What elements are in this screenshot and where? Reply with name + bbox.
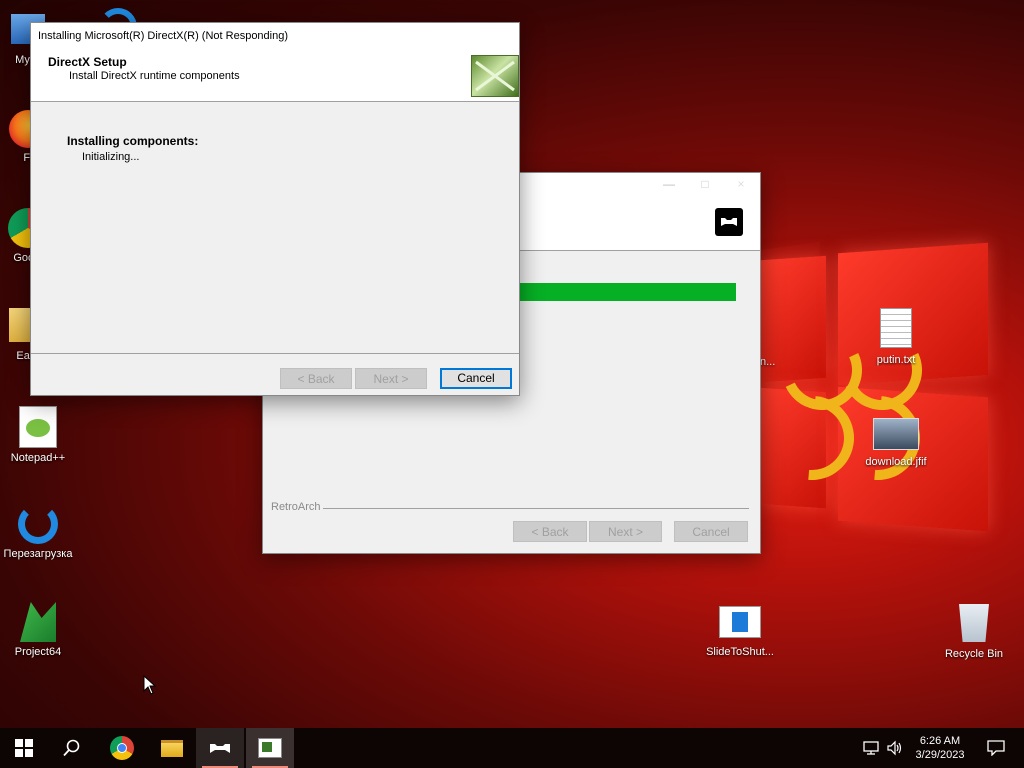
image-file-icon [873, 418, 919, 450]
refresh-icon [18, 504, 58, 544]
desktop-icon-label: putin.txt [876, 354, 916, 366]
retroarch-logo-icon [715, 208, 743, 236]
desktop-icon-notepad-plus-plus[interactable]: Notepad++ [0, 406, 76, 464]
directx-cancel-button[interactable]: Cancel [440, 368, 512, 389]
notification-icon [987, 740, 1005, 756]
project64-icon [20, 602, 56, 642]
desktop-icon-label: Recycle Bin [944, 648, 1004, 660]
recycle-bin-icon [959, 604, 989, 642]
retroarch-cancel-button[interactable]: Cancel [674, 521, 748, 542]
start-icon [15, 739, 33, 757]
desktop-icon-project64[interactable]: Project64 [0, 602, 76, 658]
partial-desktop-label: n... [760, 356, 776, 368]
start-button[interactable] [0, 728, 48, 768]
search-button[interactable] [48, 728, 96, 768]
network-icon[interactable] [862, 740, 880, 759]
clock[interactable]: 6:26 AM 3/29/2023 [908, 734, 972, 762]
taskbar-file-explorer[interactable] [148, 728, 196, 768]
directx-setup-window[interactable]: Installing Microsoft(R) DirectX(R) (Not … [30, 22, 520, 396]
directx-logo-icon [471, 55, 519, 97]
directx-header: DirectX Setup Install DirectX runtime co… [31, 49, 519, 102]
retroarch-footer-label: RetroArch [271, 501, 321, 513]
taskbar: 6:26 AM 3/29/2023 [0, 728, 1024, 768]
desktop-icon-putin-txt[interactable]: putin.txt [858, 308, 934, 366]
notification-center-button[interactable] [976, 728, 1016, 768]
chrome-icon [110, 736, 134, 760]
directx-setup-icon [258, 738, 282, 758]
desktop-icon-label: Project64 [14, 646, 62, 658]
desktop-icon-label: Notepad++ [10, 452, 66, 464]
footer-divider [323, 508, 749, 509]
shortcut-icon [719, 606, 761, 638]
clock-date: 3/29/2023 [915, 749, 965, 761]
mouse-cursor-icon [143, 674, 157, 698]
install-progress-fill [518, 283, 736, 301]
desktop-icon-reboot[interactable]: Перезагрузка [0, 504, 76, 560]
directx-titlebar[interactable]: Installing Microsoft(R) DirectX(R) (Not … [31, 23, 519, 49]
desktop-icon-label: download.jfif [865, 456, 927, 468]
desktop-icon-label: SlideToShut... [706, 646, 774, 658]
retroarch-back-button[interactable]: < Back [513, 521, 587, 542]
minimize-button[interactable]: — [659, 177, 679, 191]
maximize-button[interactable]: □ [695, 177, 715, 191]
close-button[interactable]: × [731, 177, 751, 191]
desktop-icon-recycle-bin[interactable]: Recycle Bin [936, 604, 1012, 660]
status-detail: Initializing... [82, 151, 140, 163]
install-progress-bar [518, 283, 736, 301]
text-file-icon [880, 308, 912, 348]
status-heading: Installing components: [67, 134, 199, 148]
taskbar-chrome[interactable] [98, 728, 146, 768]
button-bar-divider [31, 353, 519, 354]
window-title: Installing Microsoft(R) DirectX(R) (Not … [38, 30, 289, 42]
desktop-icon-label: Перезагрузка [3, 548, 73, 560]
retroarch-icon [210, 744, 230, 753]
taskbar-retroarch[interactable] [196, 728, 244, 768]
header-subtitle: Install DirectX runtime components [69, 70, 240, 82]
clock-time: 6:26 AM [919, 735, 961, 747]
header-title: DirectX Setup [48, 55, 127, 69]
desktop-icon-download-jfif[interactable]: download.jfif [858, 418, 934, 468]
desktop-icon-slidetoshutdown[interactable]: SlideToShut... [702, 606, 778, 658]
directx-next-button[interactable]: Next > [355, 368, 427, 389]
retroarch-next-button[interactable]: Next > [589, 521, 662, 542]
notepad-plus-plus-icon [19, 406, 57, 448]
search-icon [63, 739, 80, 757]
directx-back-button[interactable]: < Back [280, 368, 352, 389]
taskbar-directx-setup[interactable] [246, 728, 294, 768]
volume-icon[interactable] [886, 740, 904, 759]
file-explorer-icon [161, 739, 183, 757]
